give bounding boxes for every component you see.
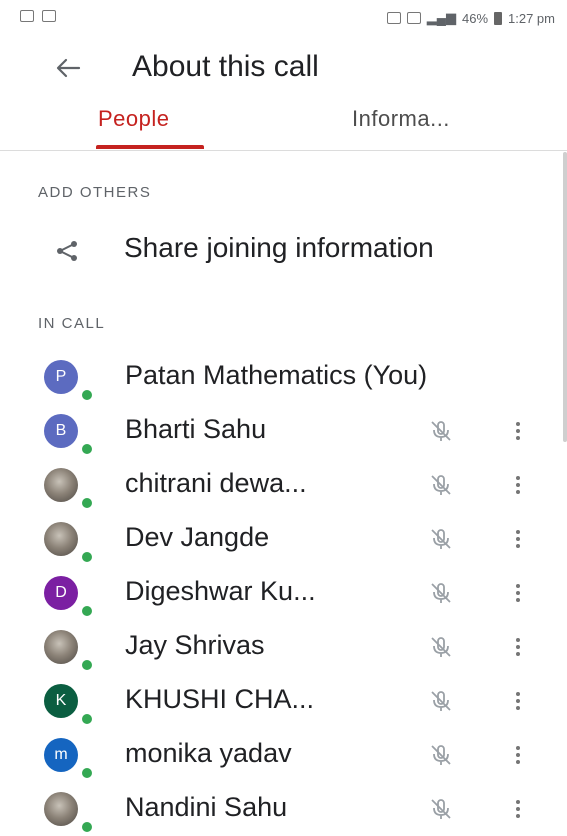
mic-off-icon[interactable]	[428, 688, 454, 714]
more-options-icon[interactable]	[508, 634, 528, 660]
online-indicator	[80, 442, 94, 456]
avatar-initial: D	[55, 584, 67, 601]
notification-icon	[386, 12, 401, 24]
avatar	[44, 468, 78, 502]
participant-name: monika yadav	[125, 738, 292, 768]
online-indicator	[80, 766, 94, 780]
mic-off-icon[interactable]	[428, 634, 454, 660]
more-options-icon[interactable]	[508, 688, 528, 714]
more-options-icon[interactable]	[508, 418, 528, 444]
page-title: About this call	[132, 50, 319, 83]
tab-bar: People Informa...	[0, 96, 567, 151]
avatar: B	[44, 414, 78, 448]
add-others-heading: ADD OTHERS	[38, 184, 152, 201]
participant-row[interactable]: Dev Jangde	[0, 512, 567, 566]
in-call-heading: IN CALL	[38, 315, 106, 332]
participant-name: chitrani dewa...	[125, 468, 307, 498]
participant-name: Digeshwar Ku...	[125, 576, 316, 606]
participant-name: Jay Shrivas	[125, 630, 265, 660]
participant-row[interactable]: D Digeshwar Ku...	[0, 566, 567, 620]
more-options-icon[interactable]	[508, 472, 528, 498]
mic-off-icon[interactable]	[428, 742, 454, 768]
share-icon	[57, 241, 77, 261]
online-indicator	[80, 496, 94, 510]
participant-name: KHUSHI CHA...	[125, 684, 315, 714]
back-button[interactable]	[48, 52, 88, 84]
participant-row[interactable]: m monika yadav	[0, 728, 567, 782]
online-indicator	[80, 388, 94, 402]
gallery-icon	[20, 10, 34, 22]
status-notifications	[20, 10, 56, 22]
online-indicator	[80, 604, 94, 618]
share-joining-info-label: Share joining information	[124, 232, 434, 263]
participant-row[interactable]: Jay Shrivas	[0, 620, 567, 674]
participant-row[interactable]: P Patan Mathematics (You)	[0, 350, 567, 404]
battery-percent: 46%	[461, 10, 489, 26]
message-icon	[406, 12, 421, 24]
signal-icon: ▂▄▆	[426, 10, 456, 25]
participant-row[interactable]: K KHUSHI CHA...	[0, 674, 567, 728]
more-options-icon[interactable]	[508, 742, 528, 768]
more-options-icon[interactable]	[508, 526, 528, 552]
status-indicators: ▂▄▆ 46% 1:27 pm	[386, 10, 555, 26]
online-indicator	[80, 658, 94, 672]
avatar: D	[44, 576, 78, 610]
battery-icon	[494, 11, 503, 25]
avatar	[44, 522, 78, 556]
avatar-initial: K	[55, 692, 67, 709]
avatar-initial: B	[55, 422, 67, 439]
more-options-icon[interactable]	[508, 796, 528, 822]
avatar-initial: m	[54, 746, 68, 763]
cast-icon	[42, 10, 56, 22]
avatar: m	[44, 738, 78, 772]
mic-off-icon[interactable]	[428, 418, 454, 444]
online-indicator	[80, 550, 94, 564]
tab-people[interactable]: People	[98, 106, 170, 132]
tab-information[interactable]: Informa...	[352, 106, 450, 132]
mic-off-icon[interactable]	[428, 526, 454, 552]
avatar	[44, 792, 78, 826]
clock: 1:27 pm	[508, 10, 555, 26]
active-tab-indicator	[96, 145, 204, 149]
avatar: P	[44, 360, 78, 394]
online-indicator	[80, 820, 94, 834]
mic-off-icon[interactable]	[428, 472, 454, 498]
participant-name: Nandini Sahu	[125, 792, 288, 822]
more-options-icon[interactable]	[508, 580, 528, 606]
participant-row[interactable]: Nandini Sahu	[0, 782, 567, 836]
participant-list: P Patan Mathematics (You) B Bharti Sahu …	[0, 350, 567, 836]
mic-off-icon[interactable]	[428, 796, 454, 822]
participant-name: Bharti Sahu	[125, 414, 267, 444]
status-bar: ▂▄▆ 46% 1:27 pm	[0, 0, 567, 40]
avatar	[44, 630, 78, 664]
avatar-initial: P	[55, 368, 67, 385]
app-bar: About this call	[0, 40, 567, 96]
participant-row[interactable]: B Bharti Sahu	[0, 404, 567, 458]
participant-name: Dev Jangde	[125, 522, 270, 552]
mic-off-icon[interactable]	[428, 580, 454, 606]
share-joining-info-button[interactable]: Share joining information	[0, 222, 567, 278]
arrow-back-icon	[56, 58, 81, 78]
participant-row[interactable]: chitrani dewa...	[0, 458, 567, 512]
participant-name: Patan Mathematics (You)	[125, 360, 428, 390]
online-indicator	[80, 712, 94, 726]
avatar: K	[44, 684, 78, 718]
